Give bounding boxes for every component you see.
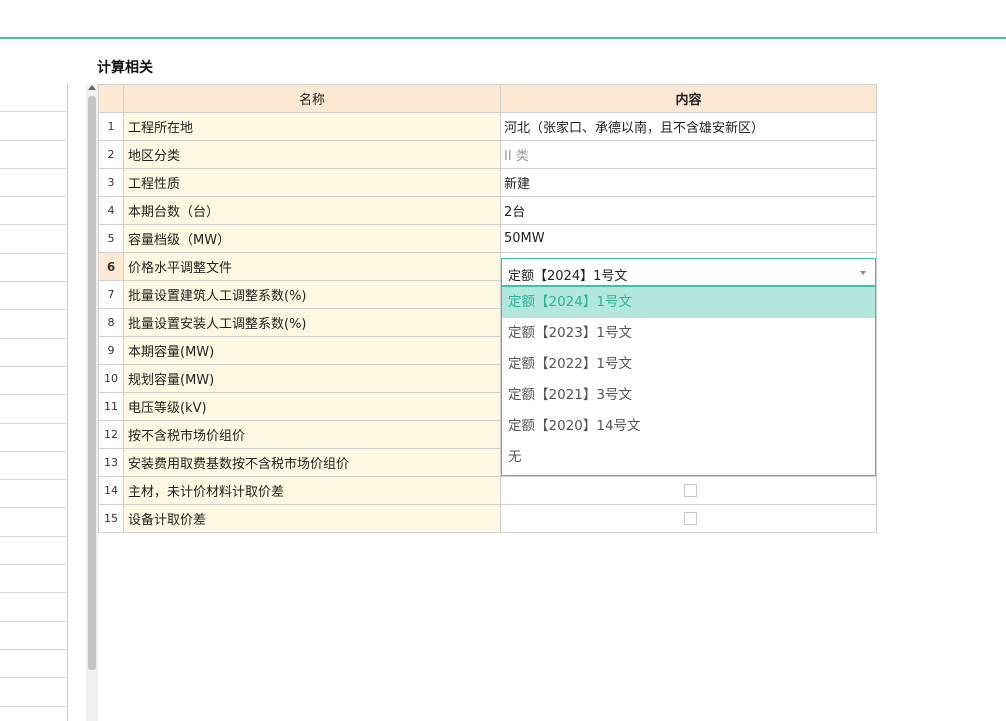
left-panel-row[interactable]: [0, 480, 67, 509]
row-index: 5: [98, 224, 124, 253]
left-panel-row[interactable]: [0, 622, 67, 650]
row-index: 9: [98, 336, 124, 365]
column-header-name[interactable]: 名称: [123, 84, 501, 113]
dropdown-option[interactable]: 定额【2020】14号文: [502, 411, 875, 442]
section-title: 计算相关: [97, 60, 153, 76]
table-row[interactable]: 5 容量档级（MW） 50MW: [98, 224, 877, 253]
row-name-cell: 批量设置建筑人工调整系数(%): [123, 280, 501, 309]
row-name-cell: 容量档级（MW）: [123, 224, 501, 253]
dropdown-option[interactable]: 定额【2021】3号文: [502, 380, 875, 411]
row-value-cell[interactable]: 50MW: [500, 224, 877, 253]
row-index: 6: [98, 252, 124, 281]
left-panel-row[interactable]: [0, 169, 67, 198]
left-panel-row[interactable]: [0, 452, 67, 481]
vertical-scrollbar[interactable]: [86, 84, 98, 721]
table-row[interactable]: 15 设备计取价差: [98, 504, 877, 533]
row-name-cell: 地区分类: [123, 140, 501, 169]
left-panel-row[interactable]: [0, 310, 67, 339]
scroll-up-arrow-icon[interactable]: [88, 85, 96, 90]
table-row[interactable]: 14 主材，未计价材料计取价差: [98, 476, 877, 505]
dropdown-option[interactable]: 定额【2022】1号文: [502, 349, 875, 380]
left-panel-row[interactable]: [0, 225, 67, 254]
table-corner-cell: [98, 84, 124, 113]
row-index: 4: [98, 196, 124, 225]
left-panel-row[interactable]: [0, 254, 67, 283]
row-name-cell: 本期容量(MW): [123, 336, 501, 365]
table-header-row: 名称 内容: [98, 84, 877, 113]
row-index: 2: [98, 140, 124, 169]
left-panel-row[interactable]: [0, 508, 67, 537]
row-value-cell[interactable]: II 类: [500, 140, 877, 169]
row-index: 11: [98, 392, 124, 421]
row-index: 15: [98, 504, 124, 533]
row-index: 10: [98, 364, 124, 393]
left-panel-row[interactable]: [0, 367, 67, 396]
row-value-cell[interactable]: [500, 476, 877, 505]
left-panel-row[interactable]: [0, 84, 67, 113]
left-panel-row[interactable]: [0, 650, 67, 679]
row-value-cell[interactable]: 河北（张家口、承德以南，且不含雄安新区）: [500, 112, 877, 141]
row-index: 13: [98, 448, 124, 477]
left-panel-row[interactable]: [0, 565, 67, 594]
row-name-cell: 电压等级(kV): [123, 392, 501, 421]
row-name-cell: 按不含税市场价组价: [123, 420, 501, 449]
left-panel-row[interactable]: [0, 112, 67, 141]
row-index: 3: [98, 168, 124, 197]
row-index: 12: [98, 420, 124, 449]
row-name-cell: 本期台数（台）: [123, 196, 501, 225]
row-name-cell: 工程性质: [123, 168, 501, 197]
row-name-cell: 工程所在地: [123, 112, 501, 141]
table-row[interactable]: 3 工程性质 新建: [98, 168, 877, 197]
row-name-cell: 主材，未计价材料计取价差: [123, 476, 501, 505]
row-name-cell: 批量设置安装人工调整系数(%): [123, 308, 501, 337]
scrollbar-thumb[interactable]: [88, 96, 96, 670]
left-panel-row[interactable]: [0, 593, 67, 622]
dropdown-option[interactable]: 定额【2024】1号文: [502, 287, 875, 318]
left-tree-panel: [0, 84, 68, 721]
row-name-cell: 安装费用取费基数按不含税市场价组价: [123, 448, 501, 477]
left-panel-row[interactable]: [0, 339, 67, 367]
row-value-cell[interactable]: [500, 504, 877, 533]
price-file-dropdown: 定额【2024】1号文 定额【2023】1号文 定额【2022】1号文 定额【2…: [501, 286, 876, 476]
checkbox[interactable]: [683, 512, 697, 525]
row-name-cell: 价格水平调整文件: [123, 252, 501, 281]
chevron-down-icon[interactable]: [860, 271, 866, 275]
row-value-cell[interactable]: 2台: [500, 196, 877, 225]
left-panel-row[interactable]: [0, 395, 67, 424]
left-panel-row[interactable]: [0, 141, 67, 169]
row-index: 14: [98, 476, 124, 505]
left-panel-row[interactable]: [0, 678, 67, 707]
dropdown-option[interactable]: 无: [502, 442, 875, 473]
table-row[interactable]: 2 地区分类 II 类: [98, 140, 877, 169]
left-panel-row[interactable]: [0, 282, 67, 311]
row-index: 7: [98, 280, 124, 309]
row-index: 8: [98, 308, 124, 337]
price-file-select[interactable]: 定额【2024】1号文: [501, 258, 876, 286]
row-name-cell: 设备计取价差: [123, 504, 501, 533]
left-panel-row[interactable]: [0, 424, 67, 452]
left-panel-row[interactable]: [0, 197, 67, 226]
row-value-cell[interactable]: 新建: [500, 168, 877, 197]
row-name-cell: 规划容量(MW): [123, 364, 501, 393]
checkbox[interactable]: [683, 484, 697, 497]
left-panel-row[interactable]: [0, 537, 67, 566]
table-row[interactable]: 4 本期台数（台） 2台: [98, 196, 877, 225]
table-row[interactable]: 1 工程所在地 河北（张家口、承德以南，且不含雄安新区）: [98, 112, 877, 141]
row-index: 1: [98, 112, 124, 141]
price-file-select-value: 定额【2024】1号文: [508, 269, 628, 284]
column-header-content[interactable]: 内容: [500, 84, 877, 113]
header-accent-line: [0, 37, 1006, 39]
dropdown-option[interactable]: 定额【2023】1号文: [502, 318, 875, 349]
